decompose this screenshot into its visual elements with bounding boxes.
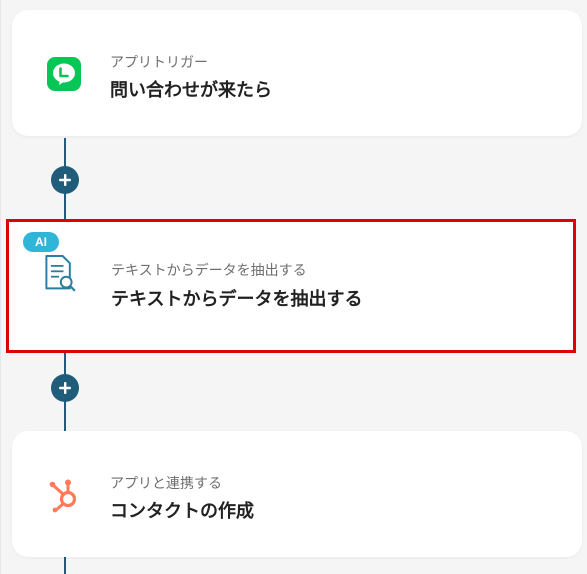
hubspot-icon (46, 477, 82, 513)
add-step-button[interactable] (51, 374, 79, 402)
step-title: テキストからデータを抽出する (111, 289, 363, 310)
step-card-ai-extract[interactable]: テキストからデータを抽出する テキストからデータを抽出する (6, 219, 576, 353)
step-title: コンタクトの作成 (110, 501, 254, 522)
step-type-label: テキストからデータを抽出する (111, 263, 307, 279)
plus-icon (59, 174, 71, 186)
step-type-label: アプリトリガー (110, 55, 208, 71)
connector-line (64, 556, 66, 574)
ai-badge: AI (23, 232, 59, 252)
document-search-icon (41, 255, 77, 292)
line-app-icon (46, 56, 82, 92)
step-title: 問い合わせが来たら (110, 80, 272, 101)
workflow-canvas: アプリトリガー 問い合わせが来たら テキストからデータを抽出する テキストからデ… (0, 0, 587, 574)
plus-icon (59, 382, 71, 394)
add-step-button[interactable] (51, 166, 79, 194)
panel-divider (0, 0, 1, 574)
step-card-hubspot[interactable]: アプリと連携する コンタクトの作成 (12, 431, 582, 557)
step-type-label: アプリと連携する (110, 476, 222, 492)
step-card-trigger[interactable]: アプリトリガー 問い合わせが来たら (12, 10, 582, 136)
